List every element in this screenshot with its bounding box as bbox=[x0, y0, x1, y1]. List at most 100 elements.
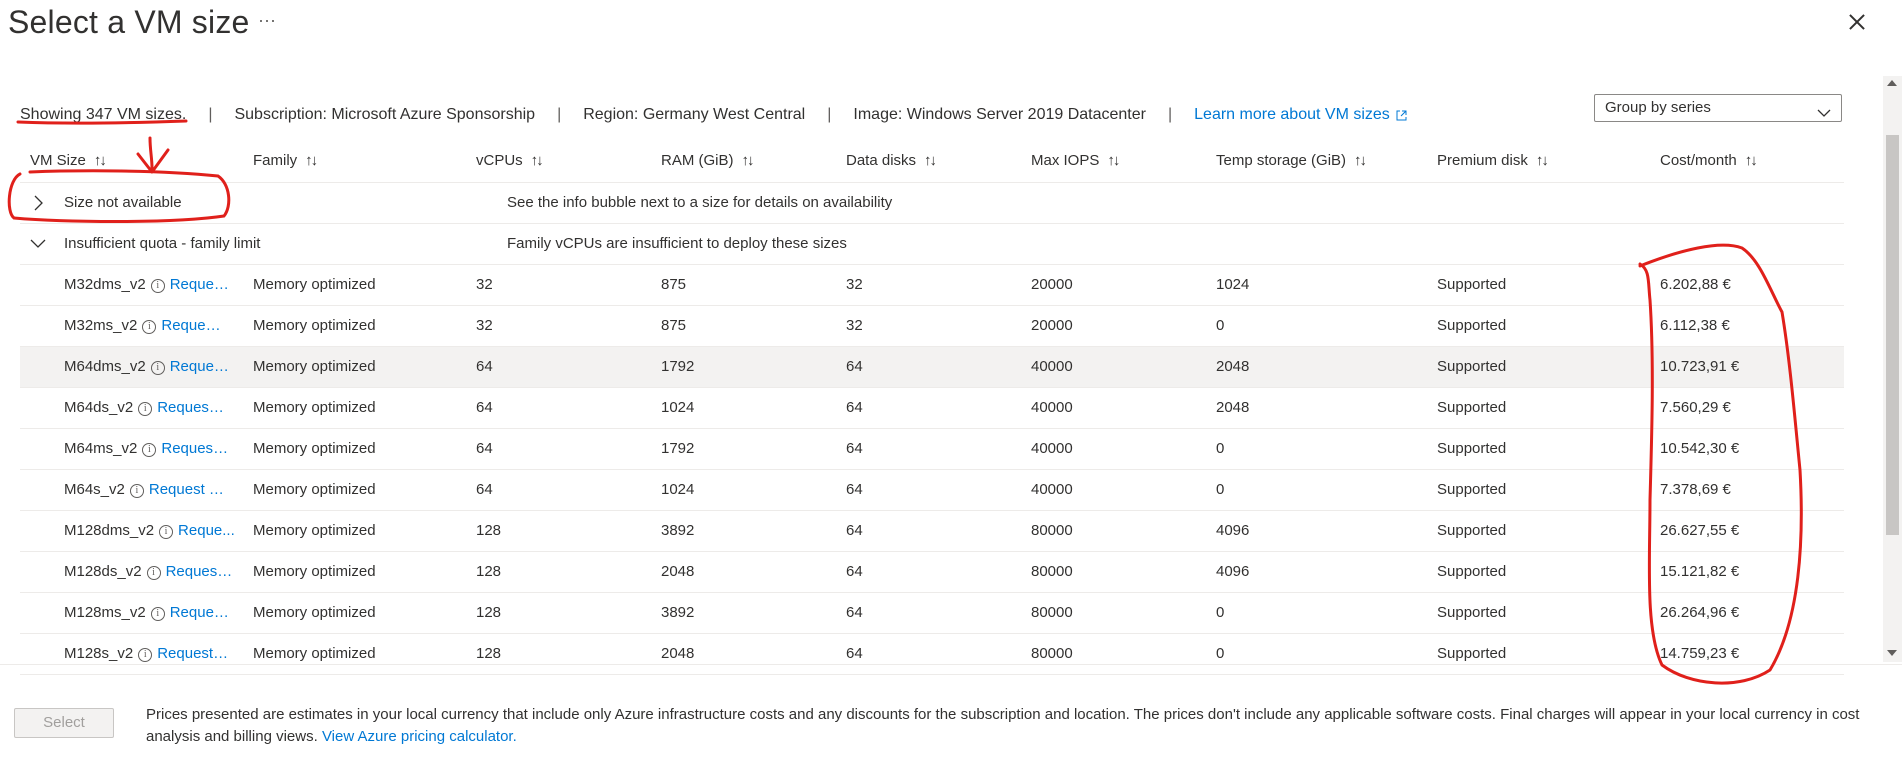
request-quota-link[interactable]: Request q... bbox=[149, 481, 227, 498]
table-row[interactable]: M128ds_v2 i Request ... Memory optimized 128… bbox=[20, 552, 1844, 593]
group-message: Family vCPUs are insufficient to deploy … bbox=[507, 235, 847, 252]
chevron-right-icon[interactable] bbox=[30, 195, 46, 215]
info-icon[interactable]: i bbox=[142, 320, 157, 334]
table-row[interactable]: M128dms_v2 i Reque... Memory optimized 128 38… bbox=[20, 511, 1844, 552]
table-row[interactable]: M64s_v2 i Request q... Memory optimized 64 10… bbox=[20, 470, 1844, 511]
ram-cell: 1792 bbox=[661, 440, 695, 457]
info-icon[interactable]: i bbox=[150, 279, 165, 293]
sort-icon[interactable]: ↑↓ bbox=[1536, 152, 1549, 169]
table-row[interactable]: M32dms_v2 i Reques... Memory optimized 32 875… bbox=[20, 265, 1844, 306]
info-icon[interactable]: i bbox=[150, 361, 165, 375]
temp-storage-cell: 4096 bbox=[1216, 522, 1250, 539]
temp-storage-cell: 0 bbox=[1216, 440, 1225, 457]
request-quota-link[interactable]: Request ... bbox=[161, 317, 227, 334]
cost-cell: 15.121,82 € bbox=[1660, 563, 1740, 580]
footer-divider bbox=[0, 664, 1902, 665]
column-header-ram[interactable]: RAM (GiB) ↑↓ bbox=[661, 152, 755, 169]
scroll-down-arrow-icon[interactable] bbox=[1887, 650, 1897, 656]
info-icon[interactable]: i bbox=[150, 607, 165, 621]
vm-size-name: M64s_v2 bbox=[64, 481, 125, 498]
pricing-note: Prices presented are estimates in your l… bbox=[146, 704, 1876, 748]
vcpus-cell: 64 bbox=[476, 358, 493, 375]
info-icon[interactable]: i bbox=[138, 402, 153, 416]
info-icon[interactable]: i bbox=[138, 648, 153, 662]
sort-icon[interactable]: ↑↓ bbox=[1107, 152, 1120, 169]
pricing-calculator-link[interactable]: View Azure pricing calculator. bbox=[322, 728, 517, 745]
family-cell: Memory optimized bbox=[253, 440, 376, 457]
data-disks-cell: 64 bbox=[846, 399, 863, 416]
sort-icon[interactable]: ↑↓ bbox=[924, 152, 937, 169]
temp-storage-cell: 0 bbox=[1216, 604, 1225, 621]
info-icon[interactable]: i bbox=[142, 443, 157, 457]
table-row[interactable]: M64ms_v2 i Request ... Memory optimized 64 17… bbox=[20, 429, 1844, 470]
table-row[interactable]: M64dms_v2 i Reques... Memory optimized 64 179… bbox=[20, 347, 1844, 388]
vm-size-name: M64ds_v2 bbox=[64, 399, 134, 416]
column-header-label: Cost/month bbox=[1660, 152, 1737, 169]
group-name: Size not available bbox=[64, 194, 182, 211]
select-button[interactable]: Select bbox=[14, 708, 114, 738]
chevron-down-icon[interactable] bbox=[30, 236, 46, 256]
max-iops-cell: 80000 bbox=[1031, 604, 1073, 621]
request-quota-link[interactable]: Request ... bbox=[166, 563, 234, 580]
ram-cell: 1792 bbox=[661, 358, 695, 375]
max-iops-cell: 80000 bbox=[1031, 563, 1073, 580]
column-header-label: vCPUs bbox=[476, 152, 523, 169]
premium-cell: Supported bbox=[1437, 522, 1507, 539]
group-name: Insufficient quota - family limit bbox=[64, 235, 261, 252]
column-header-data-disks[interactable]: Data disks ↑↓ bbox=[846, 152, 937, 169]
scrollbar-thumb[interactable] bbox=[1886, 135, 1899, 535]
column-header-label: Family bbox=[253, 152, 298, 169]
separator: | bbox=[827, 106, 832, 123]
request-quota-link[interactable]: Request ... bbox=[157, 645, 229, 662]
table-row[interactable]: M128ms_v2 i Request... Memory optimized 128 3… bbox=[20, 593, 1844, 634]
column-header-max-iops[interactable]: Max IOPS ↑↓ bbox=[1031, 152, 1120, 169]
column-header-vcpus[interactable]: vCPUs ↑↓ bbox=[476, 152, 544, 169]
table-row[interactable]: M32ms_v2 i Request ... Memory optimized 32 87… bbox=[20, 306, 1844, 347]
sort-icon[interactable]: ↑↓ bbox=[1354, 152, 1367, 169]
table-row[interactable]: M64ds_v2 i Request ... Memory optimized 64 10… bbox=[20, 388, 1844, 429]
external-link-icon[interactable] bbox=[1396, 110, 1407, 121]
sort-icon[interactable]: ↑↓ bbox=[305, 152, 318, 169]
table-row[interactable]: M128s_v2 i Request ... Memory optimized 128 2… bbox=[20, 634, 1844, 675]
column-header-cost[interactable]: Cost/month ↑↓ bbox=[1660, 152, 1758, 169]
learn-more-link[interactable]: Learn more about VM sizes bbox=[1194, 106, 1390, 124]
data-disks-cell: 64 bbox=[846, 645, 863, 662]
info-icon[interactable]: i bbox=[129, 484, 144, 498]
column-header-label: Data disks bbox=[846, 152, 917, 169]
info-icon[interactable]: i bbox=[146, 566, 161, 580]
request-quota-link[interactable]: Request ... bbox=[161, 440, 229, 457]
sort-icon[interactable]: ↑↓ bbox=[531, 152, 544, 169]
column-header-family[interactable]: Family ↑↓ bbox=[253, 152, 318, 169]
ram-cell: 3892 bbox=[661, 604, 695, 621]
request-quota-link[interactable]: Reques... bbox=[170, 276, 232, 293]
sort-icon[interactable]: ↑↓ bbox=[742, 152, 755, 169]
group-row[interactable]: Insufficient quota - family limit Family … bbox=[20, 224, 1844, 265]
vm-size-cell: M32ms_v2 i Request ... bbox=[64, 317, 227, 334]
close-icon[interactable] bbox=[1845, 10, 1869, 34]
family-cell: Memory optimized bbox=[253, 276, 376, 293]
sort-icon[interactable]: ↑↓ bbox=[1745, 152, 1758, 169]
max-iops-cell: 40000 bbox=[1031, 358, 1073, 375]
column-header-premium[interactable]: Premium disk ↑↓ bbox=[1437, 152, 1549, 169]
image-text: Image: Windows Server 2019 Datacenter bbox=[853, 106, 1146, 123]
sort-icon[interactable]: ↑↓ bbox=[94, 152, 107, 169]
separator: | bbox=[208, 106, 213, 123]
vm-size-name: M128ds_v2 bbox=[64, 563, 142, 580]
scroll-up-arrow-icon[interactable] bbox=[1887, 80, 1897, 86]
vcpus-cell: 32 bbox=[476, 317, 493, 334]
column-header-name[interactable]: VM Size ↑↓ bbox=[30, 152, 107, 169]
separator: | bbox=[1167, 106, 1173, 123]
group-by-dropdown[interactable]: Group by series bbox=[1594, 94, 1842, 122]
column-header-temp-storage[interactable]: Temp storage (GiB) ↑↓ bbox=[1216, 152, 1367, 169]
vcpus-cell: 64 bbox=[476, 399, 493, 416]
column-header-label: Max IOPS bbox=[1031, 152, 1100, 169]
request-quota-link[interactable]: Request ... bbox=[157, 399, 225, 416]
request-quota-link[interactable]: Reque... bbox=[178, 522, 235, 539]
ram-cell: 2048 bbox=[661, 645, 695, 662]
group-row[interactable]: Size not available See the info bubble ne… bbox=[20, 183, 1844, 224]
request-quota-link[interactable]: Reques... bbox=[170, 358, 232, 375]
info-icon[interactable]: i bbox=[159, 525, 174, 539]
request-quota-link[interactable]: Request... bbox=[170, 604, 234, 621]
ellipsis-icon[interactable]: ··· bbox=[258, 10, 276, 31]
temp-storage-cell: 0 bbox=[1216, 645, 1225, 662]
